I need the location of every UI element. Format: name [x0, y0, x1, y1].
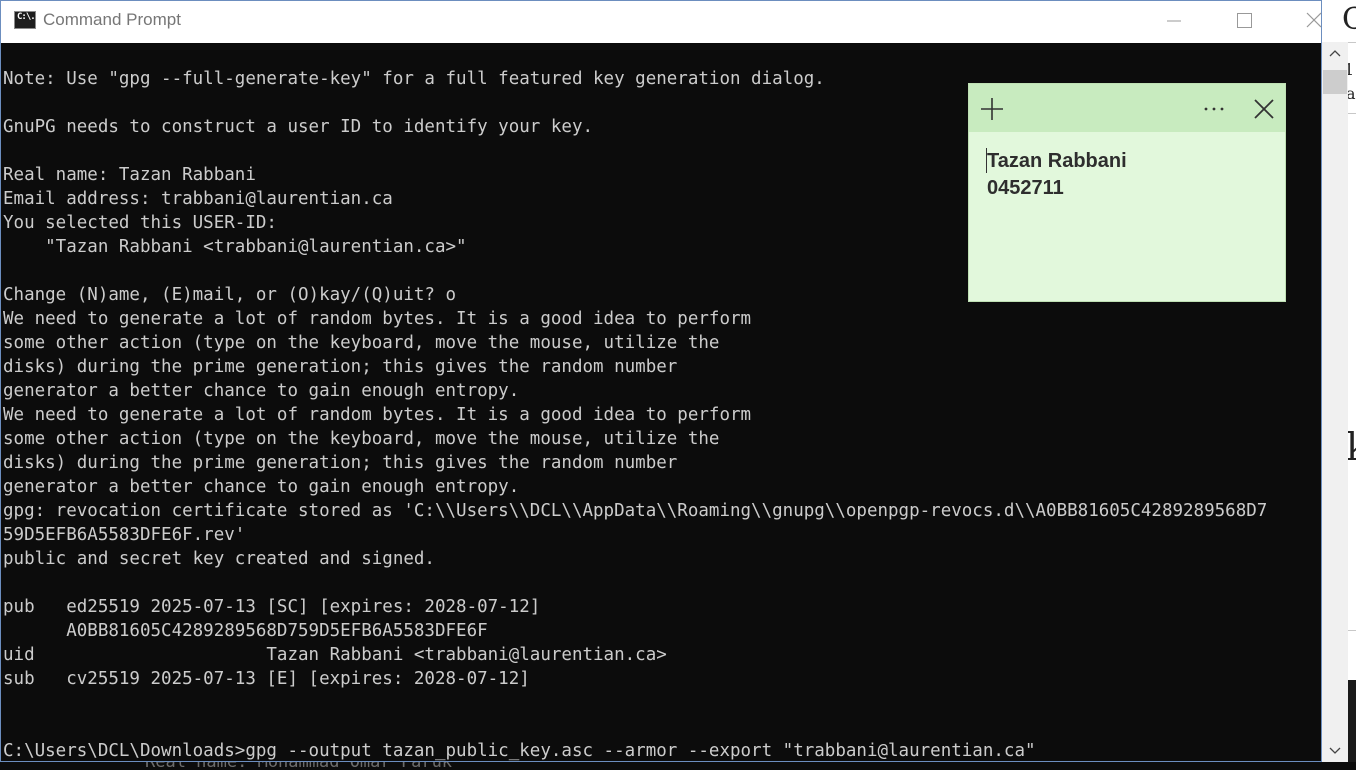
background-dark-strip	[1348, 680, 1356, 770]
console-line: You selected this USER-ID:	[3, 213, 277, 233]
window-title: Command Prompt	[43, 10, 181, 29]
console-line: sub cv25519 2025-07-13 [E] [expires: 202…	[3, 669, 530, 689]
cmd-app-icon[interactable]: C:\.	[14, 11, 36, 29]
console-line: GnuPG needs to construct a user ID to id…	[3, 117, 594, 137]
console-line: generator a better chance to gain enough…	[3, 477, 520, 497]
maximize-button[interactable]	[1221, 1, 1267, 41]
sticky-note-header[interactable]	[969, 84, 1285, 132]
scroll-up-button[interactable]	[1322, 42, 1348, 64]
console-line: Change (N)ame, (E)mail, or (O)kay/(Q)uit…	[3, 285, 457, 305]
console-line: "Tazan Rabbani <trabbani@laurentian.ca>"	[3, 237, 467, 257]
sticky-note-text[interactable]: Tazan Rabbani 0452711	[987, 148, 1127, 202]
console-line: some other action (type on the keyboard,…	[3, 333, 720, 353]
console-line: disks) during the prime generation; this…	[3, 357, 678, 377]
more-icon	[1204, 107, 1224, 111]
background-console-text: Real name: Mohammad Omar Faruk	[145, 762, 452, 770]
close-icon	[1254, 99, 1274, 119]
close-button[interactable]	[1291, 1, 1321, 41]
title-bar[interactable]: C:\. Command Prompt	[1, 1, 1321, 43]
console-line: 59D5EFB6A5583DFE6F.rev'	[3, 525, 246, 545]
chevron-down-icon	[1329, 747, 1341, 754]
note-menu-button[interactable]	[1201, 96, 1227, 122]
plus-icon	[981, 98, 1003, 120]
console-line: Real name: Tazan Rabbani	[3, 165, 256, 185]
console-line: We need to generate a lot of random byte…	[3, 309, 752, 329]
console-line: gpg: revocation certificate stored as 'C…	[3, 501, 1268, 521]
console-line: pub ed25519 2025-07-13 [SC] [expires: 20…	[3, 597, 541, 617]
sticky-note-line: Tazan Rabbani	[987, 150, 1127, 172]
background-console-strip: Real name: Mohammad Omar Faruk	[0, 762, 1356, 770]
add-note-button[interactable]	[979, 96, 1005, 122]
sticky-note[interactable]: Tazan Rabbani 0452711	[968, 83, 1286, 302]
vertical-scrollbar[interactable]	[1322, 42, 1348, 762]
console-line: We need to generate a lot of random byte…	[3, 405, 752, 425]
console-line: generator a better chance to gain enough…	[3, 381, 520, 401]
background-glyph-c: C	[1342, 2, 1356, 37]
scroll-down-button[interactable]	[1322, 740, 1348, 762]
desktop: C 1 a k Real name: Mohammad Omar Faruk C…	[0, 0, 1356, 770]
console-line: Note: Use "gpg --full-generate-key" for …	[3, 69, 825, 89]
console-line: C:\Users\DCL\Downloads>gpg --output taza…	[3, 741, 1036, 761]
minimize-icon	[1167, 20, 1181, 22]
console-line: disks) during the prime generation; this…	[3, 453, 678, 473]
console-line: uid Tazan Rabbani <trabbani@laurentian.c…	[3, 645, 667, 665]
console-line: some other action (type on the keyboard,…	[3, 429, 720, 449]
console-line: public and secret key created and signed…	[3, 549, 435, 569]
maximize-icon	[1237, 13, 1252, 28]
scroll-thumb[interactable]	[1323, 70, 1347, 94]
console-line: Email address: trabbani@laurentian.ca	[3, 189, 393, 209]
close-icon	[1306, 12, 1321, 28]
chevron-up-icon	[1329, 50, 1341, 57]
sticky-note-line: 0452711	[987, 177, 1064, 199]
minimize-button[interactable]	[1151, 1, 1197, 41]
console-line: A0BB81605C4289289568D759D5EFB6A5583DFE6F	[3, 621, 488, 641]
close-note-button[interactable]	[1251, 96, 1277, 122]
